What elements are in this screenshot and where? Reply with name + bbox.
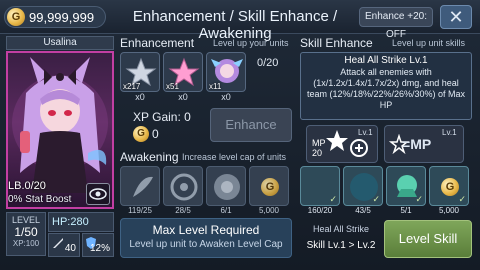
max-level-title: Max Level Required xyxy=(152,223,260,237)
awakening-gold-cost[interactable]: G xyxy=(249,166,289,206)
skill-level-b: Lv.1 xyxy=(442,128,457,137)
awakening-value-1: 119/25 xyxy=(128,206,152,215)
skill-value-4: 5,000 xyxy=(438,206,460,215)
material-count-2: x51 xyxy=(166,82,179,91)
level-box: LEVEL 1/50 XP:100 xyxy=(6,212,46,256)
skill-value-1: 160/20 xyxy=(307,206,333,215)
skill-mp-value: 20 xyxy=(312,148,323,158)
skill-material-1[interactable]: ✓ xyxy=(300,166,340,206)
skill-level-change: Skill Lv.1 > Lv.2 xyxy=(306,240,376,251)
material-used-1: x0 xyxy=(135,92,145,102)
skill-mp-label: MP xyxy=(312,138,326,148)
attack-stat: 40 xyxy=(48,233,80,257)
awakening-value-4: 5,000 xyxy=(258,206,280,215)
skill-enhance-title: Skill Enhance xyxy=(300,36,373,50)
material-count-3: x11 xyxy=(209,82,222,91)
material-used-3: x0 xyxy=(221,92,231,102)
awakening-title: Awakening xyxy=(120,150,179,164)
xp-gain: XP Gain: 0 xyxy=(133,110,191,124)
enhance-button[interactable]: Enhance xyxy=(210,108,292,142)
enhancement-count: 0/20 xyxy=(257,57,279,69)
hp-stat: HP:280 xyxy=(48,212,114,232)
gold-counter: G 99,999,999 xyxy=(4,6,106,28)
enhance-material-slot-1[interactable]: x217 xyxy=(120,52,160,92)
check-icon: ✓ xyxy=(372,194,380,204)
max-level-notice: Max Level Required Level up unit to Awak… xyxy=(120,218,292,258)
gold-coin-icon: G xyxy=(261,178,279,196)
view-character-button[interactable] xyxy=(86,183,110,205)
mp-arrow-label: =MP xyxy=(402,136,432,152)
close-icon: ✕ xyxy=(448,7,464,27)
skill-enhance-subtitle: Level up unit skills xyxy=(392,38,466,48)
skill-material-2[interactable]: ✓ xyxy=(343,166,383,206)
eye-icon xyxy=(89,188,107,200)
character-name: Usalina xyxy=(6,36,114,50)
level-label: LEVEL xyxy=(11,215,41,225)
skill-heal-label: Heal All Strike xyxy=(312,224,370,234)
enhance-cost: 0 xyxy=(152,127,159,141)
skill-material-3[interactable]: ✓ xyxy=(386,166,426,206)
enhance-material-slot-3[interactable]: x11 xyxy=(206,52,246,92)
awakening-value-3: 6/1 xyxy=(220,206,232,215)
skill-mp-label-2: MP xyxy=(410,136,432,152)
stat-boost-text: 0% Stat Boost xyxy=(8,194,72,205)
defense-value: 12% xyxy=(89,243,110,254)
awakening-material-3[interactable] xyxy=(206,166,246,206)
skill-value-2: 43/5 xyxy=(355,206,371,215)
check-icon: ✓ xyxy=(415,194,423,204)
hp-value: HP:280 xyxy=(52,216,89,228)
enhance-material-slot-2[interactable]: x51 xyxy=(163,52,203,92)
max-level-desc: Level up unit to Awaken Level Cap xyxy=(129,239,283,250)
gold-coin-icon: G xyxy=(133,126,149,142)
check-icon: ✓ xyxy=(329,194,337,204)
gold-coin-icon: G xyxy=(441,178,459,196)
feather-icon xyxy=(133,176,153,197)
awakening-subtitle: Increase level cap of units xyxy=(182,152,287,162)
xp-value: XP:100 xyxy=(12,239,40,248)
crystal-orb-icon xyxy=(214,174,240,200)
level-value: 1/50 xyxy=(14,225,38,239)
awakening-material-2[interactable] xyxy=(163,166,203,206)
enhancement-subtitle: Level up your units xyxy=(213,38,289,48)
orb-icon xyxy=(170,173,198,201)
enhance-plus20-toggle[interactable]: Enhance +20: OFF xyxy=(359,7,433,40)
sword-icon xyxy=(53,238,63,248)
close-button[interactable]: ✕ xyxy=(440,5,472,29)
skill-level-a: Lv.1 xyxy=(358,128,373,137)
level-skill-button[interactable]: Level Skill xyxy=(384,220,472,258)
attack-value: 40 xyxy=(64,243,76,254)
defense-stat: 12% xyxy=(82,233,114,257)
skill-mp-cost: MP 20 xyxy=(312,138,326,158)
material-used-2: x0 xyxy=(178,92,188,102)
skill-name: Heal All Strike Lv.1 xyxy=(344,55,428,66)
enhancement-title: Enhancement xyxy=(120,36,195,50)
skill-description: Attack all enemies with (1x/1.2x/1.4x/1.… xyxy=(306,67,466,110)
material-count-1: x217 xyxy=(123,82,141,91)
skill-gold-cost[interactable]: G ✓ xyxy=(429,166,469,206)
gold-amount: 99,999,999 xyxy=(29,10,95,25)
awakening-material-1[interactable] xyxy=(120,166,160,206)
limit-break-text: LB.0/20 xyxy=(8,180,46,192)
skill-value-3: 5/1 xyxy=(400,206,412,215)
check-icon: ✓ xyxy=(458,194,466,204)
skill-description-box: Heal All Strike Lv.1 Attack all enemies … xyxy=(300,52,472,120)
gold-coin-icon: G xyxy=(7,8,25,26)
awakening-value-2: 28/5 xyxy=(175,206,191,215)
